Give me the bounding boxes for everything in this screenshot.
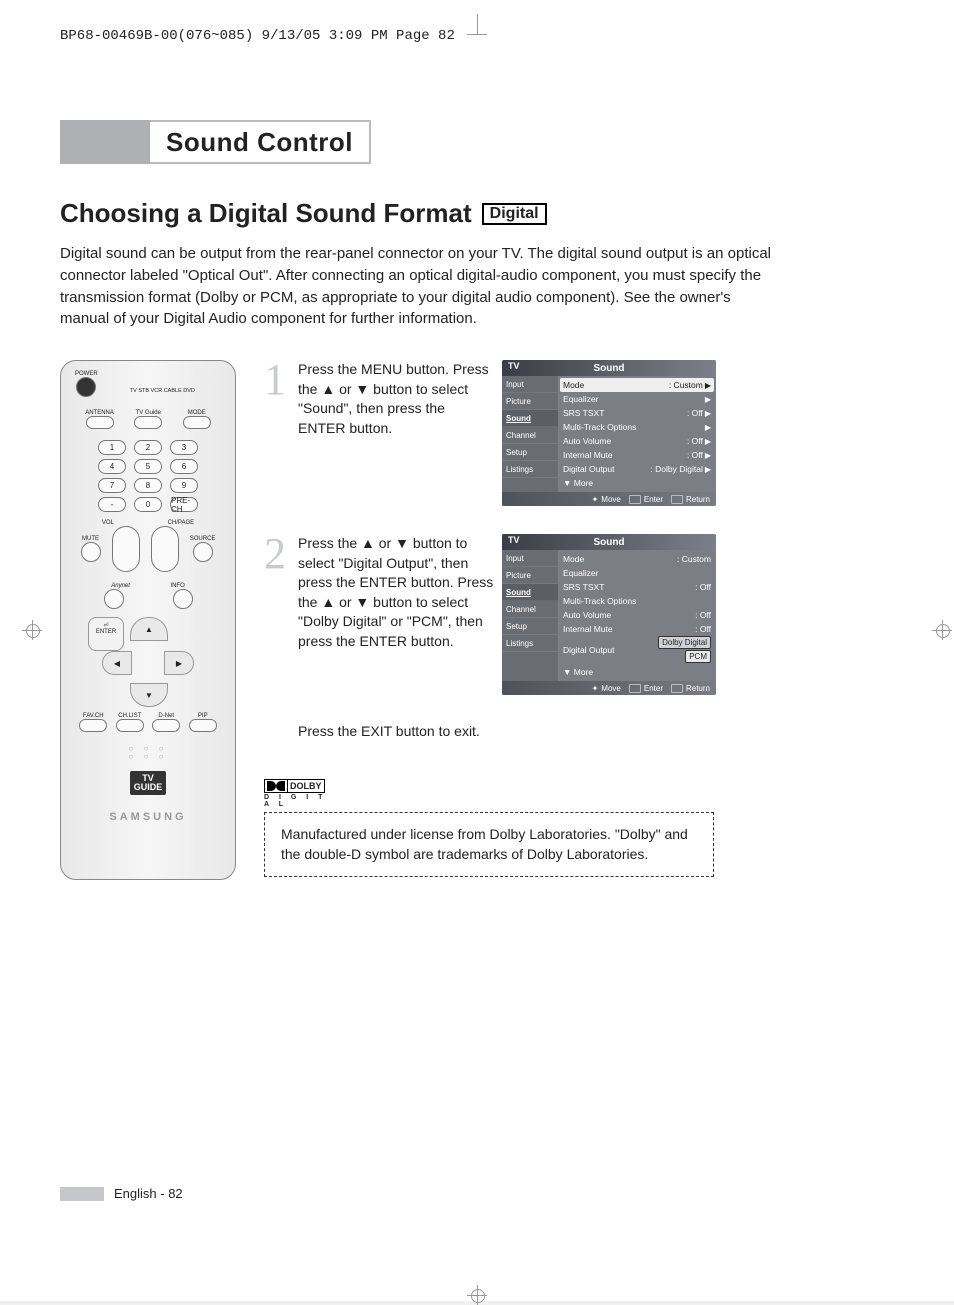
foot-enter: Enter [644, 495, 663, 504]
osd-row: Multi-Track Options▶ [560, 420, 714, 434]
osd-row: Internal Mute: Off▶ [560, 448, 714, 462]
num-button-4: 4 [98, 459, 126, 474]
crop-mark [477, 14, 478, 34]
osd-tv-label: TV [508, 535, 520, 545]
remote-button [116, 719, 144, 732]
osd-option: PCM [685, 650, 711, 663]
menu-button [104, 589, 124, 609]
brand-logo: SAMSUNG [71, 811, 225, 823]
dpad: ▲ ▼ ◀ ▶ ⏎ENTER [88, 617, 208, 707]
remote-illustration: POWER TV STB VCR CABLE DVD ANTENNA TV Gu… [60, 360, 236, 880]
osd-nav-setup: Setup [502, 444, 558, 461]
osd-row: Mode: Custom [560, 552, 714, 566]
osd-row: Digital OutputDolby DigitalPCM [560, 636, 714, 665]
osd-nav-input: Input [502, 376, 558, 393]
enter-button: ⏎ENTER [88, 617, 124, 651]
osd-row: Equalizer [560, 566, 714, 580]
num-button-1: 1 [98, 440, 126, 455]
dot-buttons: ○ ○ ○○ ○ ○ [71, 745, 225, 761]
osd-row: Auto Volume: Off▶ [560, 434, 714, 448]
page-title-text: Choosing a Digital Sound Format [60, 198, 472, 229]
num-button-7: 7 [98, 478, 126, 493]
foot-move: Move [601, 684, 621, 693]
num-button-2: 2 [134, 440, 162, 455]
banner-title: Sound Control [166, 127, 353, 158]
foot-return: Return [686, 495, 710, 504]
step-2-text: Press the ▲ or ▼ button to select "Digit… [298, 534, 496, 695]
osd-row: Digital Output: Dolby Digital▶ [560, 462, 714, 476]
intro-paragraph: Digital sound can be output from the rea… [60, 243, 780, 330]
osd-option: Dolby Digital [658, 636, 711, 649]
osd-nav-picture: Picture [502, 567, 558, 584]
mode-button [183, 416, 211, 429]
ch-rocker [151, 526, 179, 572]
step-1-text: Press the MENU button. Press the ▲ or ▼ … [298, 360, 496, 506]
osd-more: ▼ More [560, 665, 714, 679]
osd-tv-label: TV [508, 361, 520, 371]
power-button [76, 377, 96, 397]
num-button-3: 3 [170, 440, 198, 455]
remote-bottom-row: FAV.CHCH.LISTD-NetPIP [71, 713, 225, 737]
dolby-sub: D I G I T A L [264, 794, 334, 808]
tvguide-logo: TVGUIDE [71, 771, 225, 795]
osd-title: Sound [502, 363, 716, 374]
num-button-6: 6 [170, 459, 198, 474]
numpad: 123 456 789 -0 PRE-CH [71, 440, 225, 512]
source-button [193, 542, 213, 562]
page-footer: English - 82 [60, 1186, 183, 1201]
foot-enter: Enter [644, 684, 663, 693]
osd-screenshot-1: TVSound InputPictureSoundChannelSetupLis… [502, 360, 716, 506]
remote-button [152, 719, 180, 732]
osd-nav-channel: Channel [502, 427, 558, 444]
num-button-8: 8 [134, 478, 162, 493]
page-title: Choosing a Digital Sound Format Digital [60, 198, 894, 229]
antenna-button [86, 416, 114, 429]
mute-button [81, 542, 101, 562]
osd-nav-setup: Setup [502, 618, 558, 635]
osd-row: Multi-Track Options [560, 594, 714, 608]
step-number: 2 [264, 534, 292, 695]
osd-row: SRS TSXT: Off [560, 580, 714, 594]
tvguide-button [134, 416, 162, 429]
osd-row: Auto Volume: Off [560, 608, 714, 622]
osd-row: Equalizer▶ [560, 392, 714, 406]
mode-row-label: TV STB VCR CABLE DVD [104, 380, 221, 394]
num-button--: - [98, 497, 126, 512]
step-number: 1 [264, 360, 292, 506]
enter-label: ENTER [96, 629, 116, 635]
exit-instruction: Press the EXIT button to exit. [298, 723, 894, 739]
num-button-5: 5 [134, 459, 162, 474]
osd-row: SRS TSXT: Off▶ [560, 406, 714, 420]
osd-nav-listings: Listings [502, 635, 558, 652]
dolby-note: Manufactured under license from Dolby La… [264, 812, 714, 877]
crop-mark [467, 34, 487, 35]
osd-screenshot-2: TVSound InputPictureSoundChannelSetupLis… [502, 534, 716, 695]
remote-button [79, 719, 107, 732]
page-number: English - 82 [114, 1186, 183, 1201]
foot-return: Return [686, 684, 710, 693]
osd-nav-sound: Sound [502, 410, 558, 427]
osd-row: Internal Mute: Off [560, 622, 714, 636]
osd-nav-listings: Listings [502, 461, 558, 478]
osd-nav-input: Input [502, 550, 558, 567]
osd-title: Sound [502, 537, 716, 548]
remote-button [189, 719, 217, 732]
digital-badge: Digital [482, 203, 547, 225]
dolby-word: DOLBY [288, 779, 325, 793]
dolby-logo: DOLBY D I G I T A L [264, 779, 334, 808]
print-header: BP68-00469B-00(076~085) 9/13/05 3:09 PM … [60, 28, 455, 44]
num-button-9: 9 [170, 478, 198, 493]
osd-more: ▼ More [560, 476, 714, 490]
osd-nav-picture: Picture [502, 393, 558, 410]
section-banner: Sound Control [60, 120, 894, 164]
vol-rocker [112, 526, 140, 572]
num-button-0: 0 [134, 497, 162, 512]
osd-row: Mode: Custom▶ [560, 378, 714, 392]
osd-nav-sound: Sound [502, 584, 558, 601]
num-button-PRE-CH: PRE-CH [170, 497, 198, 512]
exit-button [173, 589, 193, 609]
osd-nav-channel: Channel [502, 601, 558, 618]
foot-move: Move [601, 495, 621, 504]
